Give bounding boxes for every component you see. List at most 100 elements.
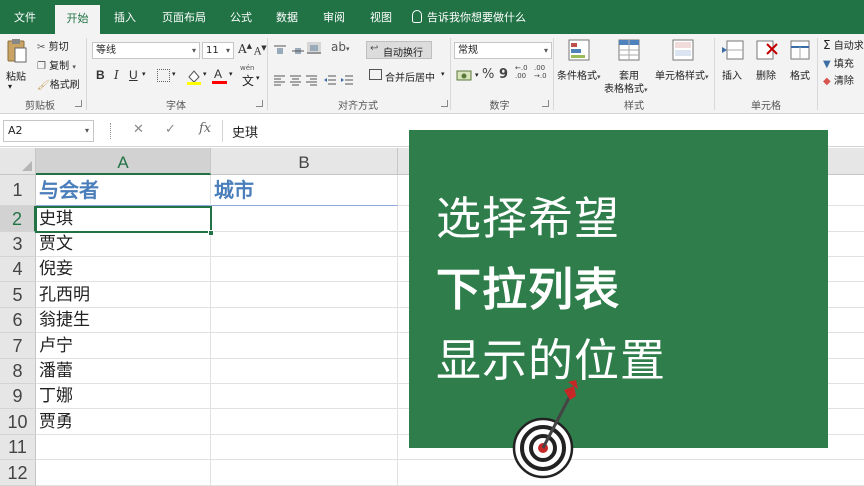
cell-a[interactable]: 丁娜: [36, 384, 211, 409]
number-launcher-icon[interactable]: [542, 100, 549, 107]
fill-button[interactable]: ▼ 填充: [823, 55, 854, 70]
autosum-button[interactable]: Σ 自动求: [823, 37, 864, 52]
row-header[interactable]: 9: [0, 384, 36, 409]
percent-button[interactable]: %: [482, 67, 494, 82]
font-launcher-icon[interactable]: [256, 100, 263, 107]
enter-icon[interactable]: ✓: [165, 122, 176, 137]
merge-center-button[interactable]: 合并后居中 ▾: [366, 67, 446, 85]
cell-b[interactable]: 城市: [211, 175, 398, 206]
copy-button[interactable]: ❐ 复制 ▾: [37, 57, 76, 72]
cell-styles-button[interactable]: 单元格样式▾: [655, 67, 709, 82]
orientation-icon[interactable]: ab▾: [331, 40, 350, 54]
wrap-text-button[interactable]: ↩ 自动换行: [366, 41, 432, 59]
format-painter-button[interactable]: 🖌格式刷: [37, 76, 80, 91]
cell-b[interactable]: [211, 308, 398, 333]
font-size-select[interactable]: 11 ▾: [202, 42, 234, 59]
column-header-a[interactable]: A: [36, 148, 211, 175]
paste-caret[interactable]: ▾: [8, 82, 12, 91]
formula-bar-grip[interactable]: [110, 123, 114, 139]
cell-b[interactable]: [211, 359, 398, 384]
cut-button[interactable]: ✂ 剪切: [37, 38, 69, 53]
increase-decimal-button[interactable]: ←.0.00: [515, 64, 528, 80]
font-name-select[interactable]: 等线 ▾: [92, 42, 200, 59]
cell-b[interactable]: [211, 333, 398, 359]
borders-icon[interactable]: [157, 69, 170, 82]
cell-a[interactable]: [36, 460, 211, 486]
tab-review[interactable]: 审阅: [313, 0, 355, 34]
cell-b[interactable]: [211, 257, 398, 282]
cell-b[interactable]: [211, 460, 398, 486]
insert-cells-icon[interactable]: [721, 38, 745, 66]
cell-a[interactable]: 倪妾: [36, 257, 211, 282]
underline-button[interactable]: U: [129, 68, 138, 82]
cell-b[interactable]: [211, 435, 398, 460]
cell-b[interactable]: [211, 384, 398, 409]
row-header[interactable]: 1: [0, 175, 36, 206]
cancel-icon[interactable]: ✕: [133, 122, 144, 137]
delete-cells-icon[interactable]: [755, 38, 779, 66]
align-left-icon[interactable]: [273, 71, 286, 90]
accounting-format-icon[interactable]: [456, 68, 474, 87]
name-box[interactable]: A2 ▾: [3, 120, 94, 142]
borders-caret[interactable]: ▾: [172, 70, 176, 78]
row-header[interactable]: 5: [0, 282, 36, 308]
phonetic-guide-icon[interactable]: 文: [242, 72, 254, 89]
clipboard-launcher-icon[interactable]: [75, 100, 82, 107]
select-all-button[interactable]: [0, 148, 36, 175]
column-header-b[interactable]: B: [211, 148, 398, 175]
font-color-caret[interactable]: ▾: [229, 70, 233, 78]
row-header[interactable]: 11: [0, 435, 36, 460]
accounting-caret[interactable]: ▾: [475, 71, 479, 79]
cell-a[interactable]: [36, 435, 211, 460]
tab-home[interactable]: 开始: [55, 5, 100, 34]
format-cells-button[interactable]: 格式: [790, 67, 810, 82]
align-bottom-icon[interactable]: [306, 40, 322, 59]
shrink-font-button[interactable]: A▼: [254, 44, 267, 57]
row-header[interactable]: 7: [0, 333, 36, 359]
cell-a[interactable]: 卢宁: [36, 333, 211, 359]
cell-b[interactable]: [211, 409, 398, 435]
row-header[interactable]: 12: [0, 460, 36, 486]
tab-formulas[interactable]: 公式: [221, 0, 261, 34]
cell-empty[interactable]: [398, 460, 864, 486]
format-as-table-icon[interactable]: [617, 38, 643, 68]
cell-a[interactable]: 翁捷生: [36, 308, 211, 333]
paste-button[interactable]: 粘贴: [6, 68, 26, 83]
row-header[interactable]: 3: [0, 232, 36, 257]
cell-b[interactable]: [211, 206, 398, 232]
fill-color-caret[interactable]: ▾: [203, 70, 207, 78]
align-center-icon[interactable]: [289, 71, 302, 90]
row-header[interactable]: 4: [0, 257, 36, 282]
tab-view[interactable]: 视图: [360, 0, 402, 34]
formula-input[interactable]: 史琪: [232, 122, 258, 141]
conditional-formatting-button[interactable]: 条件格式▾: [557, 67, 601, 82]
align-top-icon[interactable]: [273, 42, 287, 61]
cell-styles-icon[interactable]: [671, 38, 697, 68]
tab-insert[interactable]: 插入: [104, 0, 146, 34]
comma-style-button[interactable]: 9: [499, 67, 508, 82]
cell-a[interactable]: 贾勇: [36, 409, 211, 435]
row-header[interactable]: 10: [0, 409, 36, 435]
align-right-icon[interactable]: [305, 71, 318, 90]
phonetic-caret[interactable]: ▾: [256, 74, 260, 82]
cell-a[interactable]: 潘蕾: [36, 359, 211, 384]
cell-b[interactable]: [211, 282, 398, 308]
fill-color-icon[interactable]: [186, 68, 202, 90]
underline-caret[interactable]: ▾: [142, 70, 146, 78]
row-header[interactable]: 6: [0, 308, 36, 333]
italic-button[interactable]: I: [114, 68, 119, 82]
insert-function-button[interactable]: fx: [199, 121, 211, 136]
font-color-button[interactable]: A: [212, 67, 228, 85]
insert-cells-button[interactable]: 插入: [722, 67, 742, 82]
bold-button[interactable]: B: [96, 68, 105, 82]
clear-button[interactable]: ◆ 清除: [823, 72, 854, 87]
conditional-formatting-icon[interactable]: [567, 38, 593, 68]
fill-handle[interactable]: [208, 230, 214, 236]
row-header[interactable]: 2: [0, 206, 36, 232]
cell-a[interactable]: 史琪: [36, 206, 211, 232]
alignment-launcher-icon[interactable]: [441, 100, 448, 107]
number-format-select[interactable]: 常规 ▾: [454, 42, 552, 59]
grow-font-button[interactable]: A▲: [238, 42, 252, 56]
tab-file[interactable]: 文件: [0, 0, 50, 34]
format-cells-icon[interactable]: [788, 38, 812, 66]
